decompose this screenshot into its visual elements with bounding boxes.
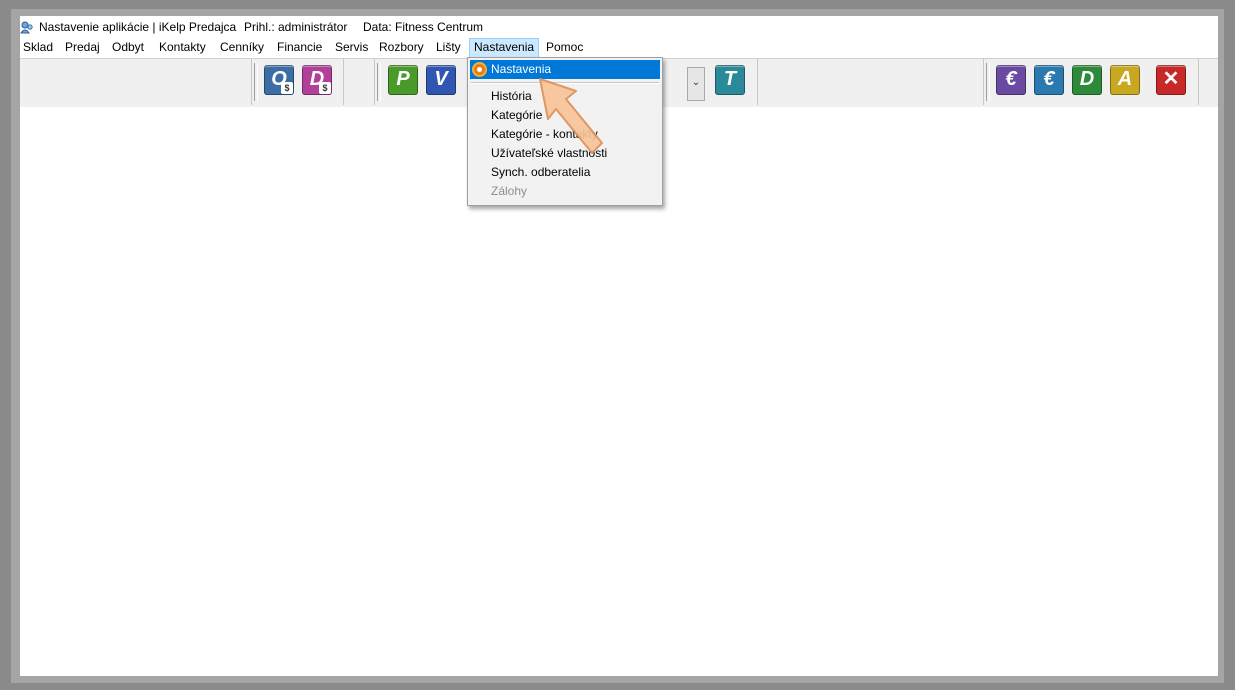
- toolbar-grip[interactable]: [986, 63, 990, 101]
- objednavka-button[interactable]: O $: [264, 65, 294, 95]
- menu-kontakty[interactable]: Kontakty: [155, 38, 210, 58]
- toolbar-group-finance: € € D A ✕: [983, 59, 1199, 105]
- euro-payment-button[interactable]: €: [1034, 65, 1064, 95]
- close-icon[interactable]: ✕: [1156, 65, 1186, 95]
- logged-user: Prihl.: administrátor: [244, 20, 348, 34]
- menu-option-zalohy: Zálohy: [491, 184, 528, 198]
- menu-financie[interactable]: Financie: [273, 38, 326, 58]
- prijem-button[interactable]: P: [388, 65, 418, 95]
- toolbar-grip[interactable]: [254, 63, 258, 101]
- terminal-button[interactable]: T: [715, 65, 745, 95]
- menu-option-historia[interactable]: História: [470, 87, 660, 106]
- menu-option-kategorie-kontakty[interactable]: Kategórie - kontakty: [470, 125, 660, 144]
- menu-sklad[interactable]: Sklad: [20, 38, 57, 58]
- toolbar-dropdown-arrow[interactable]: ⌄: [687, 67, 705, 101]
- menu-odbyt[interactable]: Odbyt: [108, 38, 148, 58]
- dodaci-list-button[interactable]: D $: [302, 65, 332, 95]
- menu-separator: [471, 82, 659, 84]
- toolbar-grip[interactable]: [377, 63, 381, 101]
- menu-option-kategorie[interactable]: Kategórie: [470, 106, 660, 125]
- menu-option-nastavenia[interactable]: Nastavenia: [470, 60, 660, 79]
- nastavenia-dropdown-menu: Nastavenia História Kategórie Kategórie …: [467, 57, 663, 206]
- menu-option-synch-odberatelia[interactable]: Synch. odberatelia: [470, 163, 660, 182]
- menu-predaj[interactable]: Predaj: [61, 38, 104, 58]
- menu-nastavenia[interactable]: Nastavenia: [469, 38, 540, 58]
- app-logo-icon: [20, 21, 33, 34]
- menu-cenniky[interactable]: Cenníky: [216, 38, 268, 58]
- toolbar-group-orders: O $ D $: [251, 59, 344, 105]
- menu-rozbory[interactable]: Rozbory: [375, 38, 428, 58]
- menu-servis[interactable]: Servis: [331, 38, 372, 58]
- title-bar: Nastavenie aplikácie | iKelp Predajca Pr…: [20, 16, 1218, 38]
- menu-bar: Sklad Predaj Odbyt Kontakty Cenníky Fina…: [20, 38, 1218, 58]
- menu-listy[interactable]: Lišty: [432, 38, 465, 58]
- vydaj-button[interactable]: V: [426, 65, 456, 95]
- document-a-button[interactable]: A: [1110, 65, 1140, 95]
- window-title: Nastavenie aplikácie | iKelp Predajca: [39, 20, 237, 34]
- data-source: Data: Fitness Centrum: [363, 20, 484, 34]
- document-d-button[interactable]: D: [1072, 65, 1102, 95]
- euro-invoice-button[interactable]: €: [996, 65, 1026, 95]
- gear-icon: [472, 62, 487, 77]
- menu-option-uzivatelske-vlastnosti[interactable]: Užívateľské vlastnosti: [470, 144, 660, 163]
- menu-pomoc[interactable]: Pomoc: [542, 38, 587, 58]
